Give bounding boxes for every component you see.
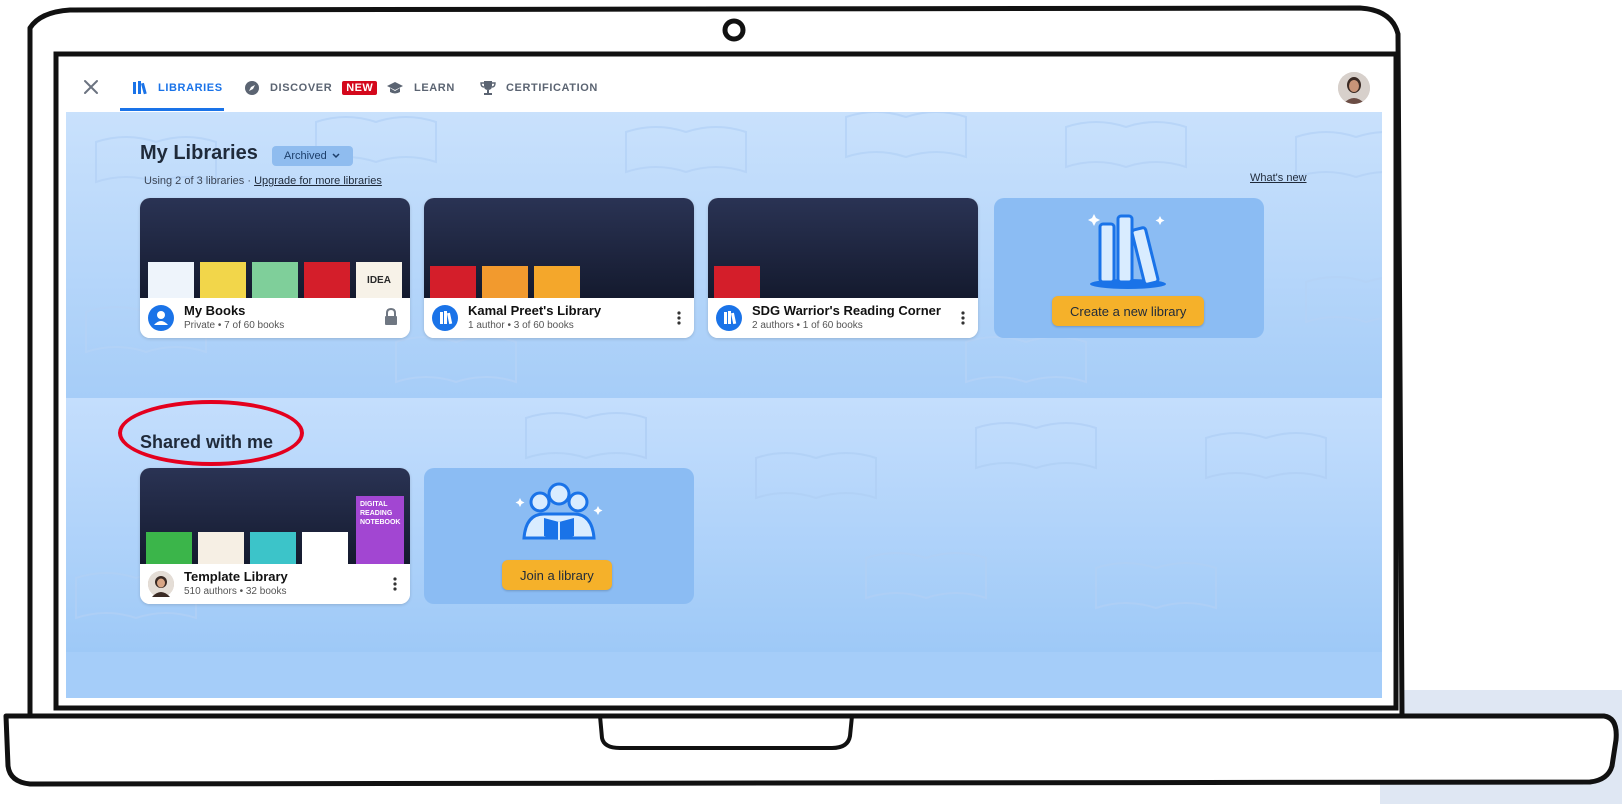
- library-card-my-books[interactable]: IDEA My Books Private • 7 of 60 books: [140, 198, 410, 338]
- book-thumbnail: [200, 262, 246, 298]
- library-meta: 1 author • 3 of 60 books: [468, 320, 574, 331]
- user-avatar-image: [1338, 72, 1370, 104]
- library-cover: [708, 198, 978, 298]
- library-card-sdg-warrior[interactable]: SDG Warrior's Reading Corner 2 authors •…: [708, 198, 978, 338]
- books-illustration-icon: [1088, 214, 1166, 289]
- chevron-down-icon: [332, 153, 340, 159]
- books-icon: [716, 305, 742, 331]
- avatar: [148, 571, 174, 597]
- library-meta: Private • 7 of 60 books: [184, 320, 285, 331]
- tab-learn[interactable]: LEARN: [386, 64, 455, 112]
- trophy-icon: [480, 81, 496, 95]
- create-library-button[interactable]: Create a new library: [1052, 296, 1205, 326]
- app-screen: LIBRARIES DISCOVER NEW LEARN CERTIFICATI…: [66, 64, 1382, 698]
- books-icon: [133, 81, 147, 95]
- join-library-card[interactable]: Join a library: [424, 468, 694, 604]
- library-card-kamal-preet[interactable]: Kamal Preet's Library 1 author • 3 of 60…: [424, 198, 694, 338]
- readers-group-icon: [515, 482, 603, 540]
- book-thumbnail: [482, 266, 528, 298]
- library-meta: 2 authors • 1 of 60 books: [752, 320, 863, 331]
- tab-libraries-label: LIBRARIES: [158, 82, 223, 94]
- tab-libraries[interactable]: LIBRARIES: [132, 64, 223, 112]
- upgrade-link[interactable]: Upgrade for more libraries: [254, 175, 382, 187]
- highlight-ellipse: [118, 400, 304, 466]
- tab-discover-label: DISCOVER: [270, 82, 333, 94]
- library-card-footer: SDG Warrior's Reading Corner 2 authors •…: [708, 298, 978, 338]
- library-meta: 510 authors • 32 books: [184, 586, 287, 597]
- book-thumbnail: [430, 266, 476, 298]
- book-thumbnail: [146, 532, 192, 564]
- library-cover: DIGITAL READING NOTEBOOK: [140, 468, 410, 564]
- library-card-footer: My Books Private • 7 of 60 books: [140, 298, 410, 338]
- close-icon[interactable]: [78, 74, 104, 100]
- book-thumbnail: [304, 262, 350, 298]
- join-library-button[interactable]: Join a library: [502, 560, 612, 590]
- compass-icon: [245, 81, 259, 95]
- kebab-icon[interactable]: [958, 307, 968, 329]
- library-name: My Books: [184, 303, 246, 318]
- tab-learn-label: LEARN: [414, 82, 455, 94]
- usage-text: Using 2 of 3 libraries: [144, 175, 245, 187]
- book-thumbnail: [198, 532, 244, 564]
- top-navigation: LIBRARIES DISCOVER NEW LEARN CERTIFICATI…: [66, 64, 1382, 113]
- library-name: SDG Warrior's Reading Corner: [752, 303, 941, 318]
- archived-filter-label: Archived: [284, 150, 327, 162]
- library-card-footer: Template Library 510 authors • 32 books: [140, 564, 410, 604]
- book-thumbnail: [252, 262, 298, 298]
- person-icon: [148, 305, 174, 331]
- lock-icon: [385, 308, 397, 325]
- library-card-template-library[interactable]: DIGITAL READING NOTEBOOK Template Librar…: [140, 468, 410, 604]
- bottom-section-background: [66, 652, 1382, 698]
- tab-certification[interactable]: CERTIFICATION: [480, 64, 598, 112]
- book-thumbnail: [250, 532, 296, 564]
- my-libraries-section: My Libraries Archived Using 2 of 3 libra…: [66, 112, 1382, 398]
- book-thumbnail: [534, 266, 580, 298]
- archived-filter-dropdown[interactable]: Archived: [272, 146, 353, 166]
- tab-discover[interactable]: DISCOVER NEW: [244, 64, 378, 112]
- books-icon: [432, 305, 458, 331]
- library-card-footer: Kamal Preet's Library 1 author • 3 of 60…: [424, 298, 694, 338]
- graduation-cap-icon: [387, 82, 403, 94]
- tab-certification-label: CERTIFICATION: [506, 82, 598, 94]
- my-libraries-title: My Libraries: [140, 142, 258, 164]
- kebab-icon[interactable]: [674, 307, 684, 329]
- library-cover: IDEA: [140, 198, 410, 298]
- book-thumbnail: [148, 262, 194, 298]
- book-thumbnail: IDEA: [356, 262, 402, 298]
- create-library-card[interactable]: Create a new library: [994, 198, 1264, 338]
- book-thumbnail: DIGITAL READING NOTEBOOK: [356, 496, 404, 564]
- active-tab-indicator: [120, 108, 224, 111]
- library-name: Template Library: [184, 569, 288, 584]
- kebab-icon[interactable]: [390, 573, 400, 595]
- whats-new-link[interactable]: What's new: [1250, 172, 1307, 184]
- book-thumbnail: [714, 266, 760, 298]
- user-avatar[interactable]: [1338, 72, 1370, 104]
- library-name: Kamal Preet's Library: [468, 303, 602, 318]
- library-usage: Using 2 of 3 libraries · Upgrade for mor…: [144, 175, 382, 187]
- library-cover: [424, 198, 694, 298]
- new-badge: NEW: [342, 81, 378, 95]
- book-thumbnail: [302, 532, 348, 564]
